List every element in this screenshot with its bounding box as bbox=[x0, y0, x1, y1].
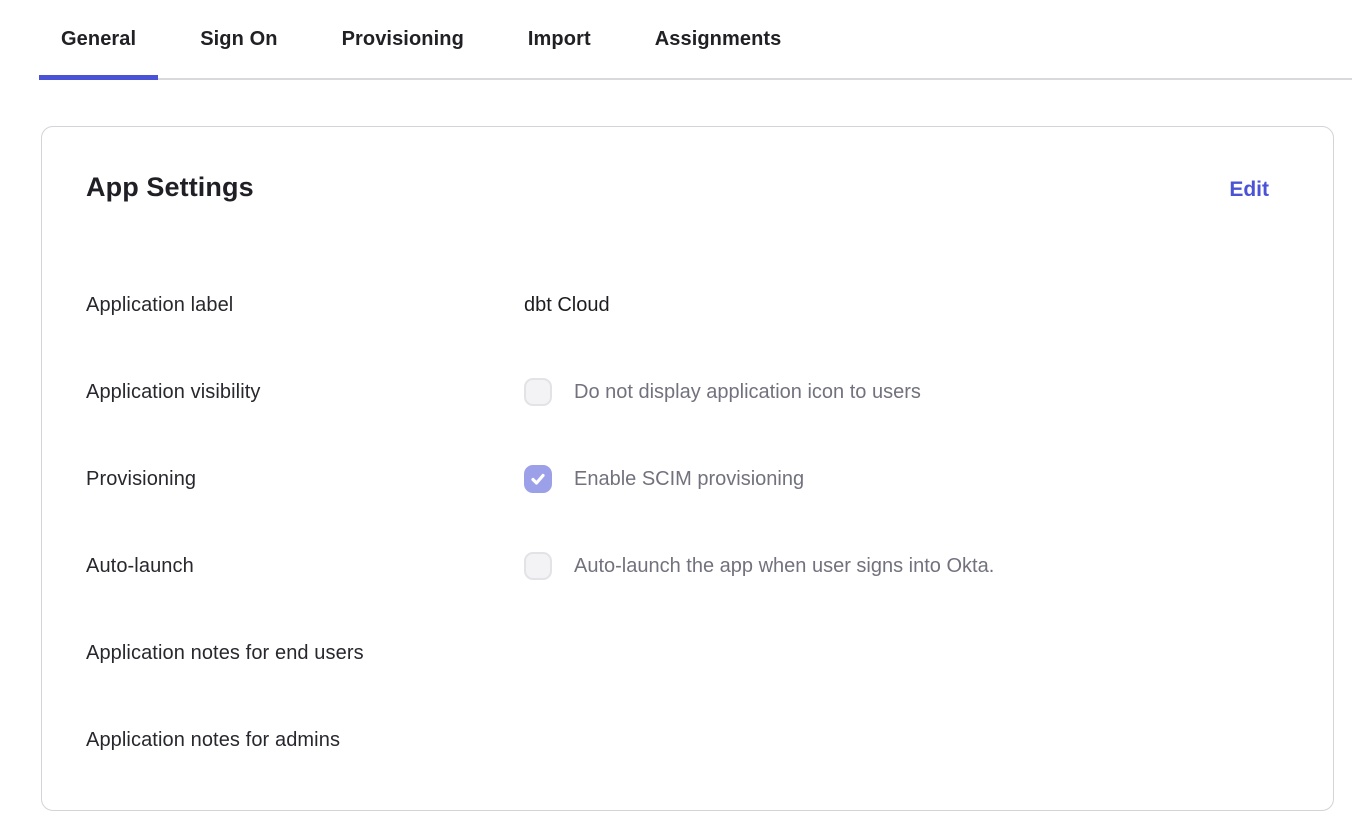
row-notes-admins: Application notes for admins bbox=[86, 726, 1289, 754]
tab-import-label: Import bbox=[528, 28, 591, 51]
tab-provisioning-label: Provisioning bbox=[342, 28, 464, 51]
row-label: Application notes for admins bbox=[86, 729, 524, 752]
row-label: Application notes for end users bbox=[86, 642, 524, 665]
checkbox-label: Do not display application icon to users bbox=[574, 381, 921, 404]
tab-import[interactable]: Import bbox=[506, 0, 613, 78]
application-visibility-checkbox[interactable] bbox=[524, 378, 552, 406]
tab-provisioning[interactable]: Provisioning bbox=[320, 0, 486, 78]
scim-provisioning-checkbox[interactable] bbox=[524, 465, 552, 493]
tab-assignments-label: Assignments bbox=[655, 28, 782, 51]
app-settings-card: App Settings Edit Application label dbt … bbox=[41, 126, 1334, 811]
check-icon bbox=[530, 471, 546, 487]
row-provisioning: Provisioning Enable SCIM provisioning bbox=[86, 465, 1289, 493]
row-label: Application label bbox=[86, 294, 524, 317]
application-label-value: dbt Cloud bbox=[524, 294, 610, 317]
tab-sign-on-label: Sign On bbox=[200, 28, 277, 51]
row-notes-end-users: Application notes for end users bbox=[86, 639, 1289, 667]
row-application-label: Application label dbt Cloud bbox=[86, 291, 1289, 319]
tab-bar: General Sign On Provisioning Import Assi… bbox=[39, 0, 1352, 80]
card-header: App Settings Edit bbox=[86, 169, 1289, 205]
tab-general[interactable]: General bbox=[39, 0, 158, 78]
auto-launch-checkbox[interactable] bbox=[524, 552, 552, 580]
tab-general-label: General bbox=[61, 28, 136, 51]
row-auto-launch: Auto-launch Auto-launch the app when use… bbox=[86, 552, 1289, 580]
tab-sign-on[interactable]: Sign On bbox=[178, 0, 299, 78]
checkbox-label: Auto-launch the app when user signs into… bbox=[574, 555, 994, 578]
settings-rows: Application label dbt Cloud Application … bbox=[86, 291, 1289, 754]
edit-button[interactable]: Edit bbox=[1229, 178, 1269, 202]
tab-assignments[interactable]: Assignments bbox=[633, 0, 804, 78]
card-title: App Settings bbox=[86, 169, 254, 205]
checkbox-label: Enable SCIM provisioning bbox=[574, 468, 804, 491]
row-label: Auto-launch bbox=[86, 555, 524, 578]
page: General Sign On Provisioning Import Assi… bbox=[0, 0, 1352, 826]
row-application-visibility: Application visibility Do not display ap… bbox=[86, 378, 1289, 406]
row-label: Provisioning bbox=[86, 468, 524, 491]
row-label: Application visibility bbox=[86, 381, 524, 404]
